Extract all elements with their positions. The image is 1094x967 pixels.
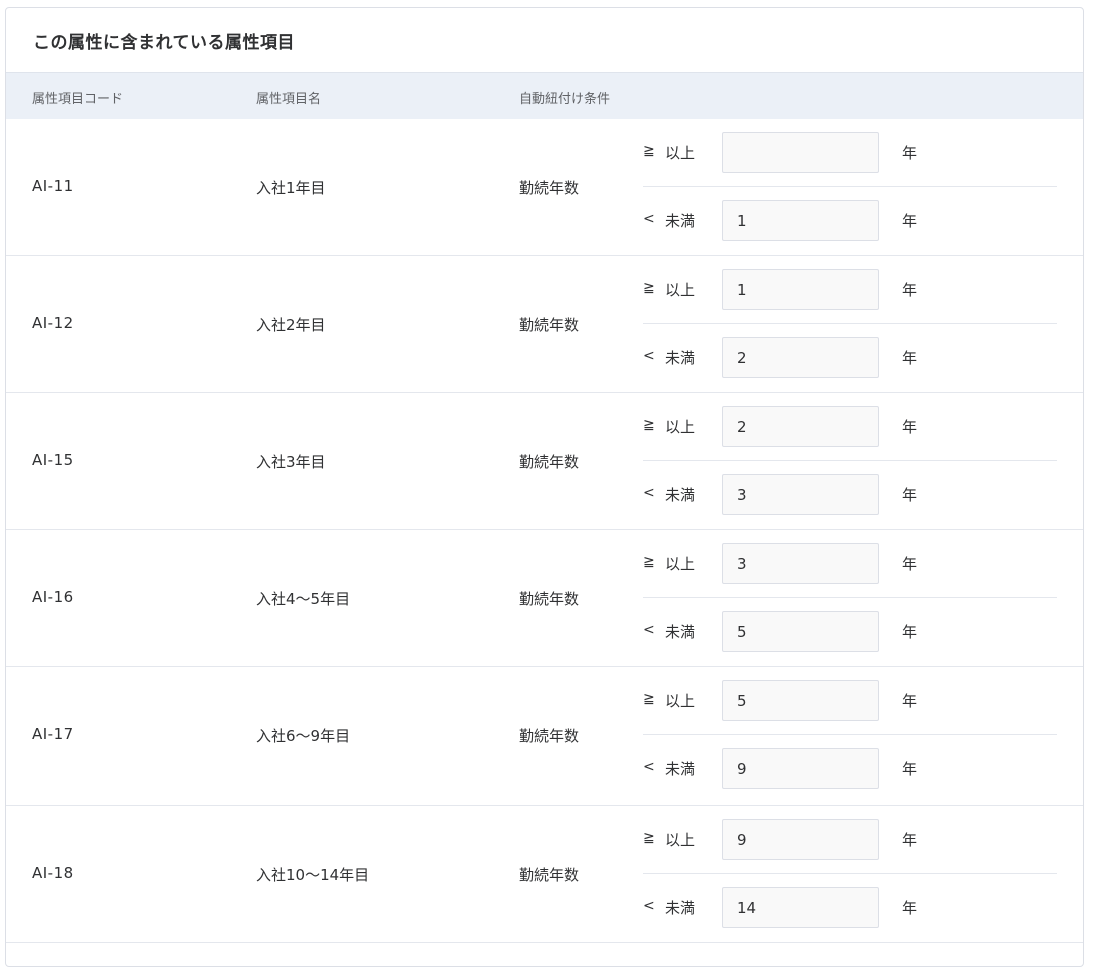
table-row: AI-17 入社6～9年目 勤続年数 ≧ 以上 年 < 未満 年 bbox=[6, 667, 1083, 806]
unit-label: 年 bbox=[902, 692, 918, 710]
attribute-items-card: この属性に含まれている属性項目 属性項目コード 属性項目名 自動紐付け条件 AI… bbox=[5, 7, 1084, 967]
min-label: 以上 bbox=[665, 692, 696, 710]
min-label: 以上 bbox=[665, 831, 696, 849]
min-condition: ≧ 以上 年 bbox=[643, 393, 1057, 461]
min-condition: ≧ 以上 年 bbox=[643, 530, 1057, 598]
header-code: 属性項目コード bbox=[32, 92, 124, 107]
card-title: この属性に含まれている属性項目 bbox=[33, 33, 295, 53]
attribute-name: 入社10～14年目 bbox=[256, 866, 370, 884]
attribute-name: 入社2年目 bbox=[256, 316, 326, 334]
min-years-input[interactable] bbox=[722, 406, 879, 447]
max-years-input[interactable] bbox=[722, 611, 879, 652]
table-row: AI-18 入社10～14年目 勤続年数 ≧ 以上 年 < 未満 年 bbox=[6, 806, 1083, 943]
max-condition: < 未満 年 bbox=[643, 598, 1057, 666]
unit-label: 年 bbox=[902, 486, 918, 504]
max-years-input[interactable] bbox=[722, 474, 879, 515]
condition-type: 勤続年数 bbox=[519, 590, 580, 608]
attribute-code: AI-11 bbox=[32, 177, 74, 195]
gte-symbol: ≧ bbox=[643, 280, 655, 296]
lt-symbol: < bbox=[643, 898, 655, 914]
unit-label: 年 bbox=[902, 899, 918, 917]
min-label: 以上 bbox=[665, 418, 696, 436]
unit-label: 年 bbox=[902, 418, 918, 436]
min-years-input[interactable] bbox=[722, 543, 879, 584]
lt-symbol: < bbox=[643, 485, 655, 501]
gte-symbol: ≧ bbox=[643, 691, 655, 707]
table-row: AI-12 入社2年目 勤続年数 ≧ 以上 年 < 未満 年 bbox=[6, 256, 1083, 393]
unit-label: 年 bbox=[902, 623, 918, 641]
max-condition: < 未満 年 bbox=[643, 874, 1057, 942]
max-condition: < 未満 年 bbox=[643, 187, 1057, 255]
gte-symbol: ≧ bbox=[643, 143, 655, 159]
unit-label: 年 bbox=[902, 212, 918, 230]
condition-type: 勤続年数 bbox=[519, 179, 580, 197]
min-years-input[interactable] bbox=[722, 269, 879, 310]
condition-type: 勤続年数 bbox=[519, 727, 580, 745]
table-row: AI-15 入社3年目 勤続年数 ≧ 以上 年 < 未満 年 bbox=[6, 393, 1083, 530]
attribute-name: 入社3年目 bbox=[256, 453, 326, 471]
gte-symbol: ≧ bbox=[643, 417, 655, 433]
min-condition: ≧ 以上 年 bbox=[643, 806, 1057, 874]
gte-symbol: ≧ bbox=[643, 830, 655, 846]
max-label: 未満 bbox=[665, 623, 696, 641]
lt-symbol: < bbox=[643, 622, 655, 638]
min-years-input[interactable] bbox=[722, 132, 879, 173]
condition-type: 勤続年数 bbox=[519, 316, 580, 334]
attribute-code: AI-18 bbox=[32, 864, 74, 882]
max-label: 未満 bbox=[665, 899, 696, 917]
lt-symbol: < bbox=[643, 759, 655, 775]
attribute-name: 入社4～5年目 bbox=[256, 590, 351, 608]
attribute-code: AI-15 bbox=[32, 451, 74, 469]
table-header: 属性項目コード 属性項目名 自動紐付け条件 bbox=[6, 72, 1083, 119]
max-label: 未満 bbox=[665, 486, 696, 504]
attribute-code: AI-16 bbox=[32, 588, 74, 606]
gte-symbol: ≧ bbox=[643, 554, 655, 570]
min-label: 以上 bbox=[665, 281, 696, 299]
max-years-input[interactable] bbox=[722, 748, 879, 789]
table-row: AI-11 入社1年目 勤続年数 ≧ 以上 年 < 未満 年 bbox=[6, 119, 1083, 256]
min-condition: ≧ 以上 年 bbox=[643, 256, 1057, 324]
unit-label: 年 bbox=[902, 349, 918, 367]
unit-label: 年 bbox=[902, 831, 918, 849]
header-name: 属性項目名 bbox=[256, 92, 322, 107]
attribute-code: AI-17 bbox=[32, 725, 74, 743]
unit-label: 年 bbox=[902, 555, 918, 573]
condition-type: 勤続年数 bbox=[519, 866, 580, 884]
unit-label: 年 bbox=[902, 281, 918, 299]
min-condition: ≧ 以上 年 bbox=[643, 667, 1057, 735]
lt-symbol: < bbox=[643, 211, 655, 227]
max-condition: < 未満 年 bbox=[643, 324, 1057, 392]
min-label: 以上 bbox=[665, 555, 696, 573]
min-years-input[interactable] bbox=[722, 819, 879, 860]
max-years-input[interactable] bbox=[722, 200, 879, 241]
max-label: 未満 bbox=[665, 349, 696, 367]
lt-symbol: < bbox=[643, 348, 655, 364]
header-condition: 自動紐付け条件 bbox=[519, 92, 611, 107]
condition-type: 勤続年数 bbox=[519, 453, 580, 471]
attribute-name: 入社1年目 bbox=[256, 179, 326, 197]
max-years-input[interactable] bbox=[722, 337, 879, 378]
min-label: 以上 bbox=[665, 144, 696, 162]
max-condition: < 未満 年 bbox=[643, 461, 1057, 529]
min-years-input[interactable] bbox=[722, 680, 879, 721]
table-row: AI-16 入社4～5年目 勤続年数 ≧ 以上 年 < 未満 年 bbox=[6, 530, 1083, 667]
unit-label: 年 bbox=[902, 760, 918, 778]
max-label: 未満 bbox=[665, 212, 696, 230]
unit-label: 年 bbox=[902, 144, 918, 162]
attribute-name: 入社6～9年目 bbox=[256, 727, 351, 745]
min-condition: ≧ 以上 年 bbox=[643, 119, 1057, 187]
max-years-input[interactable] bbox=[722, 887, 879, 928]
max-label: 未満 bbox=[665, 760, 696, 778]
max-condition: < 未満 年 bbox=[643, 735, 1057, 803]
attribute-code: AI-12 bbox=[32, 314, 74, 332]
